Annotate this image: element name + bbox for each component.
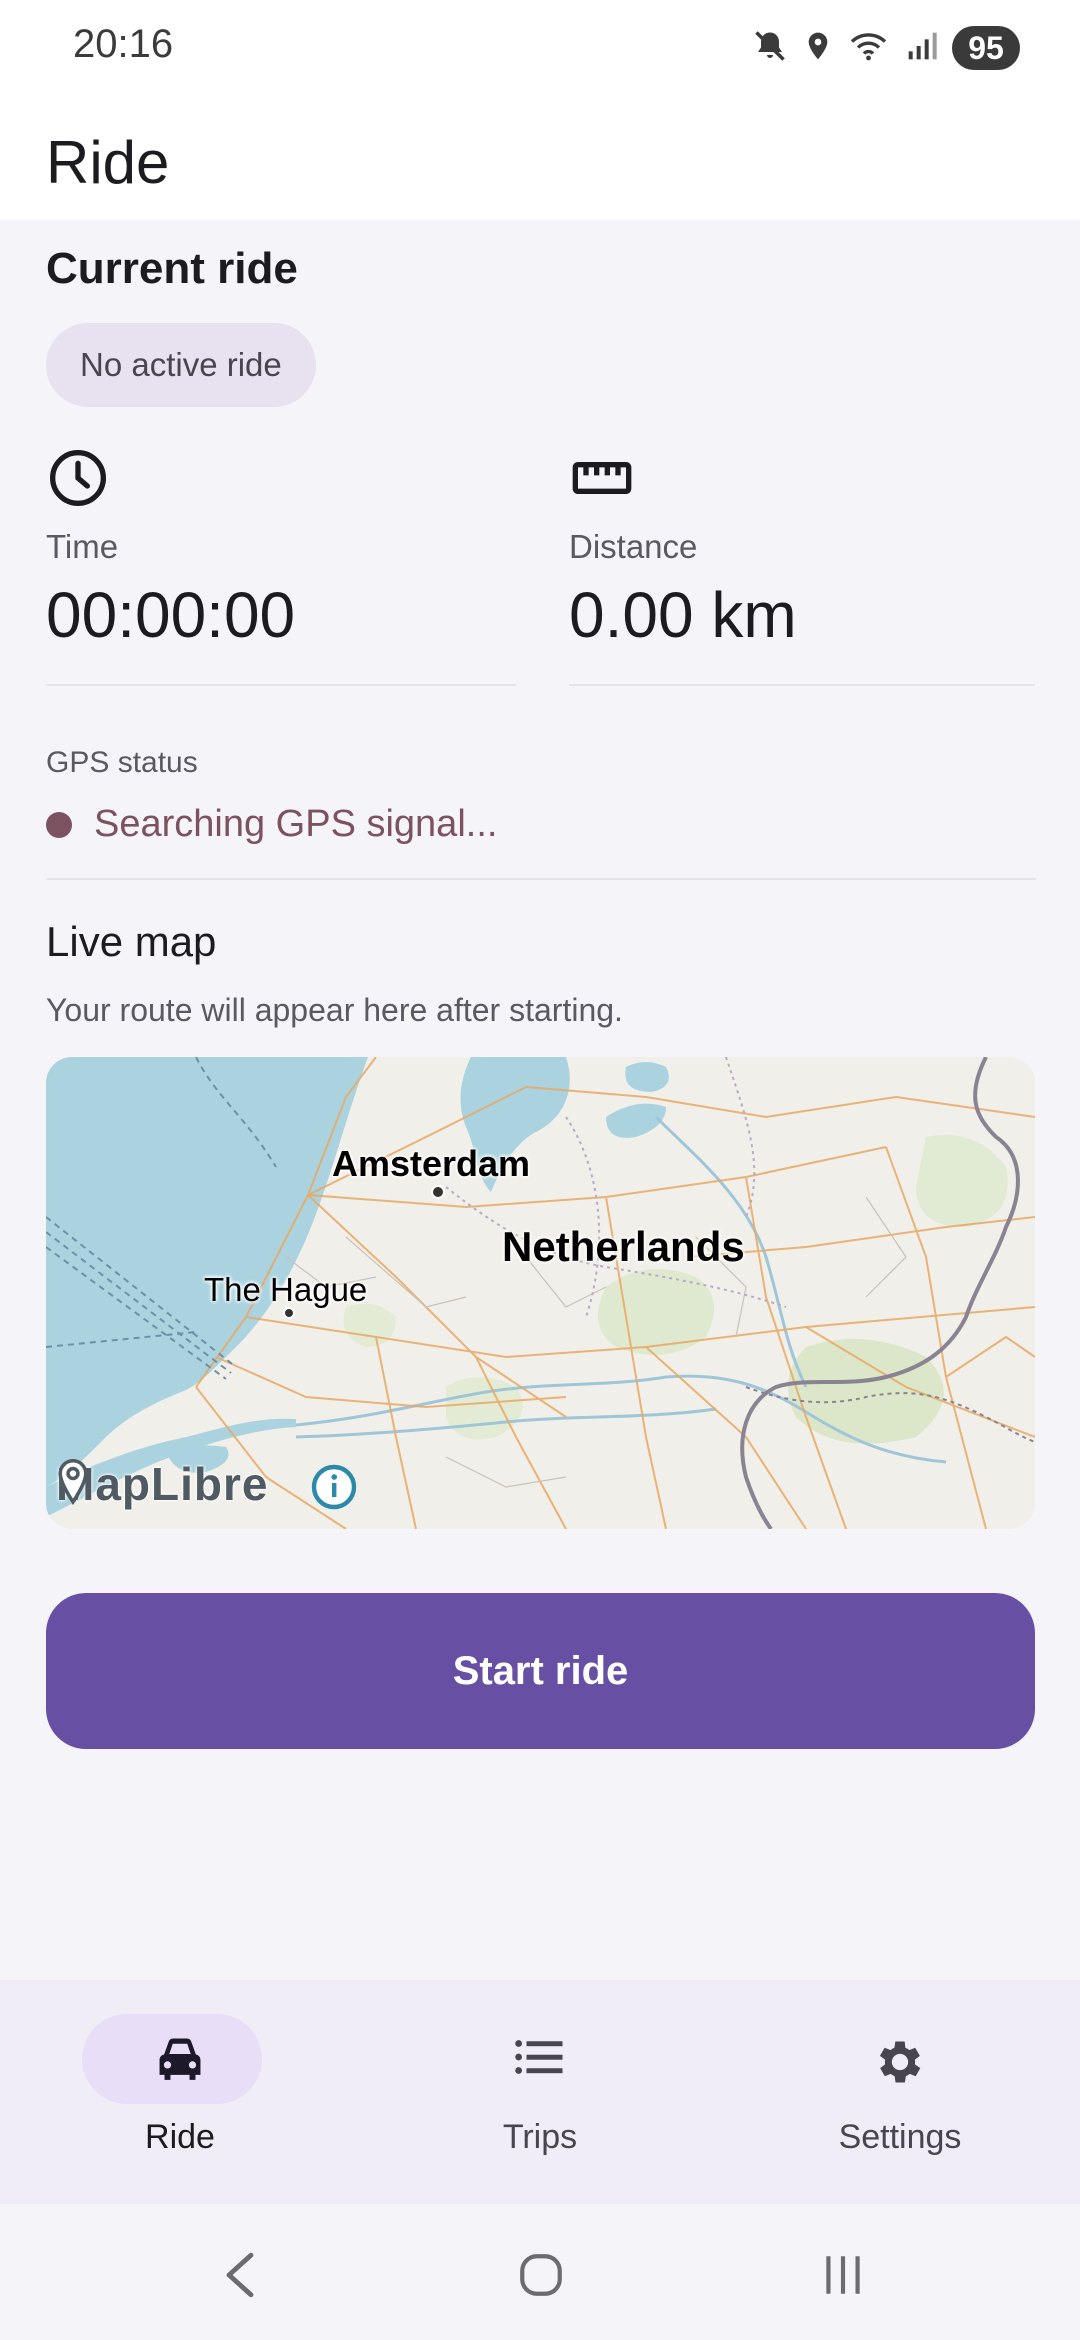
map-info-button[interactable]	[310, 1463, 358, 1511]
bottom-navigation: Ride Trips Settings	[0, 1980, 1080, 2204]
gps-status-label: GPS status	[46, 746, 198, 779]
app-header: Ride	[0, 96, 1080, 220]
map-label-amsterdam: Amsterdam	[332, 1143, 531, 1184]
live-map[interactable]: Amsterdam Netherlands The Hague MapLibre	[46, 1057, 1035, 1529]
distance-label: Distance	[569, 528, 698, 565]
page-title: Ride	[46, 129, 170, 196]
battery-indicator: 95	[952, 26, 1020, 70]
nav-label-trips: Trips	[502, 2118, 578, 2156]
map-label-the-hague: The Hague	[204, 1271, 368, 1308]
ruler-icon	[569, 446, 635, 515]
map-label-netherlands: Netherlands	[502, 1223, 745, 1270]
system-navigation-bar	[0, 2204, 1080, 2340]
wifi-icon	[848, 28, 892, 69]
gps-status-dot	[46, 811, 72, 838]
time-label: Time	[46, 528, 119, 565]
list-icon	[513, 2034, 567, 2085]
status-icons: 95	[752, 24, 1020, 72]
car-icon	[152, 2034, 208, 2089]
recents-icon[interactable]	[818, 2248, 868, 2307]
live-map-title: Live map	[46, 918, 217, 965]
maplibre-logo: MapLibre	[56, 1457, 268, 1511]
current-ride-title: Current ride	[46, 244, 298, 293]
gps-status-row: Searching GPS signal...	[46, 803, 497, 846]
status-time: 20:16	[73, 22, 174, 66]
mute-icon	[752, 28, 788, 69]
home-icon[interactable]	[516, 2248, 566, 2307]
gps-status-text: Searching GPS signal...	[94, 803, 498, 845]
distance-value: 0.00 km	[569, 579, 797, 651]
nav-item-settings[interactable]: Settings	[720, 1980, 1080, 2204]
distance-stat: Distance 0.00 km	[569, 440, 1035, 686]
location-icon	[802, 28, 834, 69]
time-stat: Time 00:00:00	[46, 440, 516, 686]
ride-status-label: No active ride	[80, 346, 282, 383]
divider	[46, 878, 1036, 880]
nav-item-ride[interactable]: Ride	[0, 1980, 360, 2204]
clock-icon	[46, 446, 110, 515]
time-value: 00:00:00	[46, 579, 296, 651]
start-ride-label: Start ride	[452, 1648, 629, 1693]
status-bar: 20:16 95	[0, 0, 1080, 96]
back-icon[interactable]	[218, 2248, 262, 2307]
nav-item-trips[interactable]: Trips	[360, 1980, 720, 2204]
nav-label-settings: Settings	[838, 2118, 962, 2156]
signal-icon	[906, 29, 938, 68]
live-map-subtitle: Your route will appear here after starti…	[46, 992, 623, 1028]
start-ride-button[interactable]: Start ride	[46, 1593, 1035, 1749]
nav-label-ride: Ride	[145, 2118, 215, 2156]
ride-status-chip: No active ride	[46, 323, 316, 407]
gear-icon	[872, 2034, 928, 2095]
